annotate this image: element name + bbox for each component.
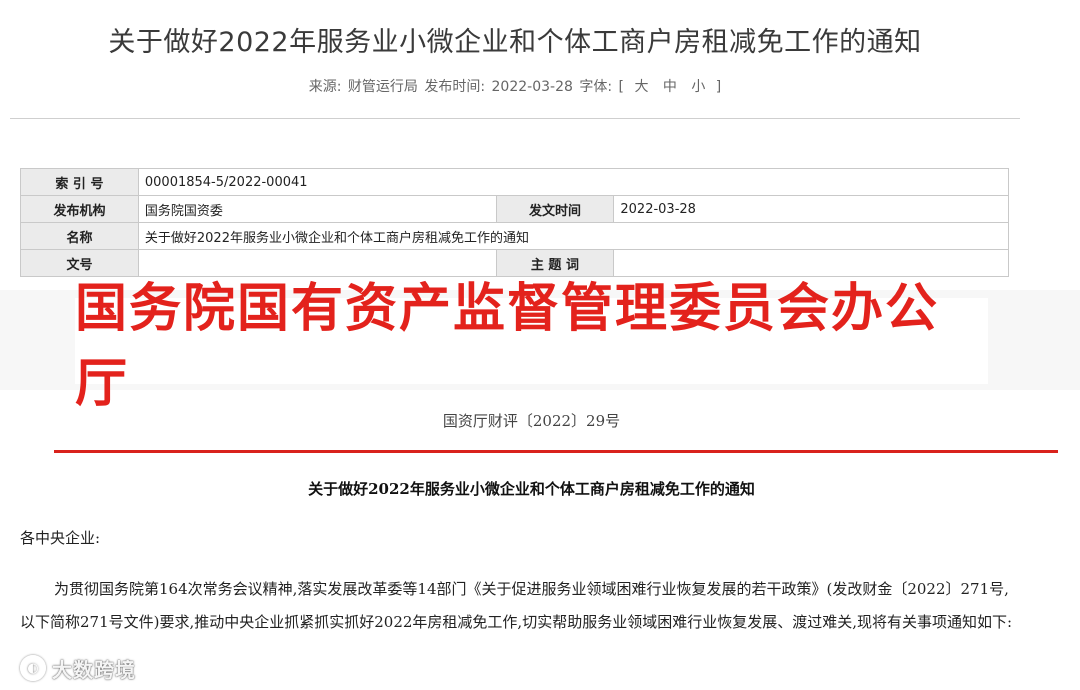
font-size-medium-link[interactable]: 中 <box>663 79 677 95</box>
source-label: 来源: <box>308 79 342 95</box>
table-row: 索 引 号 00001854-5/2022-00041 <box>20 168 1010 196</box>
org-value: 国务院国资委 <box>137 195 497 223</box>
index-value: 00001854-5/2022-00041 <box>137 168 1010 196</box>
font-bracket-close: ] <box>715 79 722 95</box>
watermark-logo-icon: ◐ <box>20 655 46 681</box>
notice-title: 关于做好2022年服务业小微企业和个体工商户房租减免工作的通知 <box>308 480 755 498</box>
header-divider <box>10 118 1020 119</box>
document-header-banner: 国务院国有资产监督管理委员会办公厅 <box>75 278 988 414</box>
publish-label: 发布时间: <box>424 79 486 95</box>
watermark: ◐ 大数跨境 <box>20 652 136 684</box>
document-info-table: 索 引 号 00001854-5/2022-00041 发布机构 国务院国资委 … <box>20 168 1010 277</box>
name-value: 关于做好2022年服务业小微企业和个体工商户房租减免工作的通知 <box>137 222 1010 250</box>
org-label: 发布机构 <box>20 195 139 223</box>
date-label: 发文时间 <box>495 195 615 223</box>
source-value: 财管运行局 <box>347 79 418 95</box>
body-paragraph: 为贯彻国务院第164次常务会议精神,落实发展改革委等14部门《关于促进服务业领域… <box>20 580 1013 631</box>
issuer-header: 国务院国有资产监督管理委员会办公厅 <box>75 278 940 414</box>
salutation: 各中央企业: <box>20 529 101 547</box>
page-title: 关于做好2022年服务业小微企业和个体工商户房租减免工作的通知 <box>108 27 922 58</box>
date-value: 2022-03-28 <box>613 195 1009 223</box>
red-divider <box>54 450 1058 453</box>
table-row: 名称 关于做好2022年服务业小微企业和个体工商户房租减免工作的通知 <box>20 222 1010 250</box>
publish-value: 2022-03-28 <box>491 79 573 95</box>
document-number: 国资厅财评〔2022〕29号 <box>442 412 621 430</box>
font-bracket-open: [ <box>618 79 624 95</box>
index-label: 索 引 号 <box>20 168 139 196</box>
name-label: 名称 <box>20 222 139 250</box>
font-size-small-link[interactable]: 小 <box>691 79 705 95</box>
article-meta: 来源: 财管运行局 发布时间: 2022-03-28 字体: [ 大 中 小 ] <box>0 76 1030 96</box>
watermark-text: 大数跨境 <box>52 657 136 682</box>
font-size-large-link[interactable]: 大 <box>634 79 648 95</box>
table-row: 发布机构 国务院国资委 发文时间 2022-03-28 <box>20 195 1009 223</box>
font-label: 字体: <box>579 79 613 95</box>
